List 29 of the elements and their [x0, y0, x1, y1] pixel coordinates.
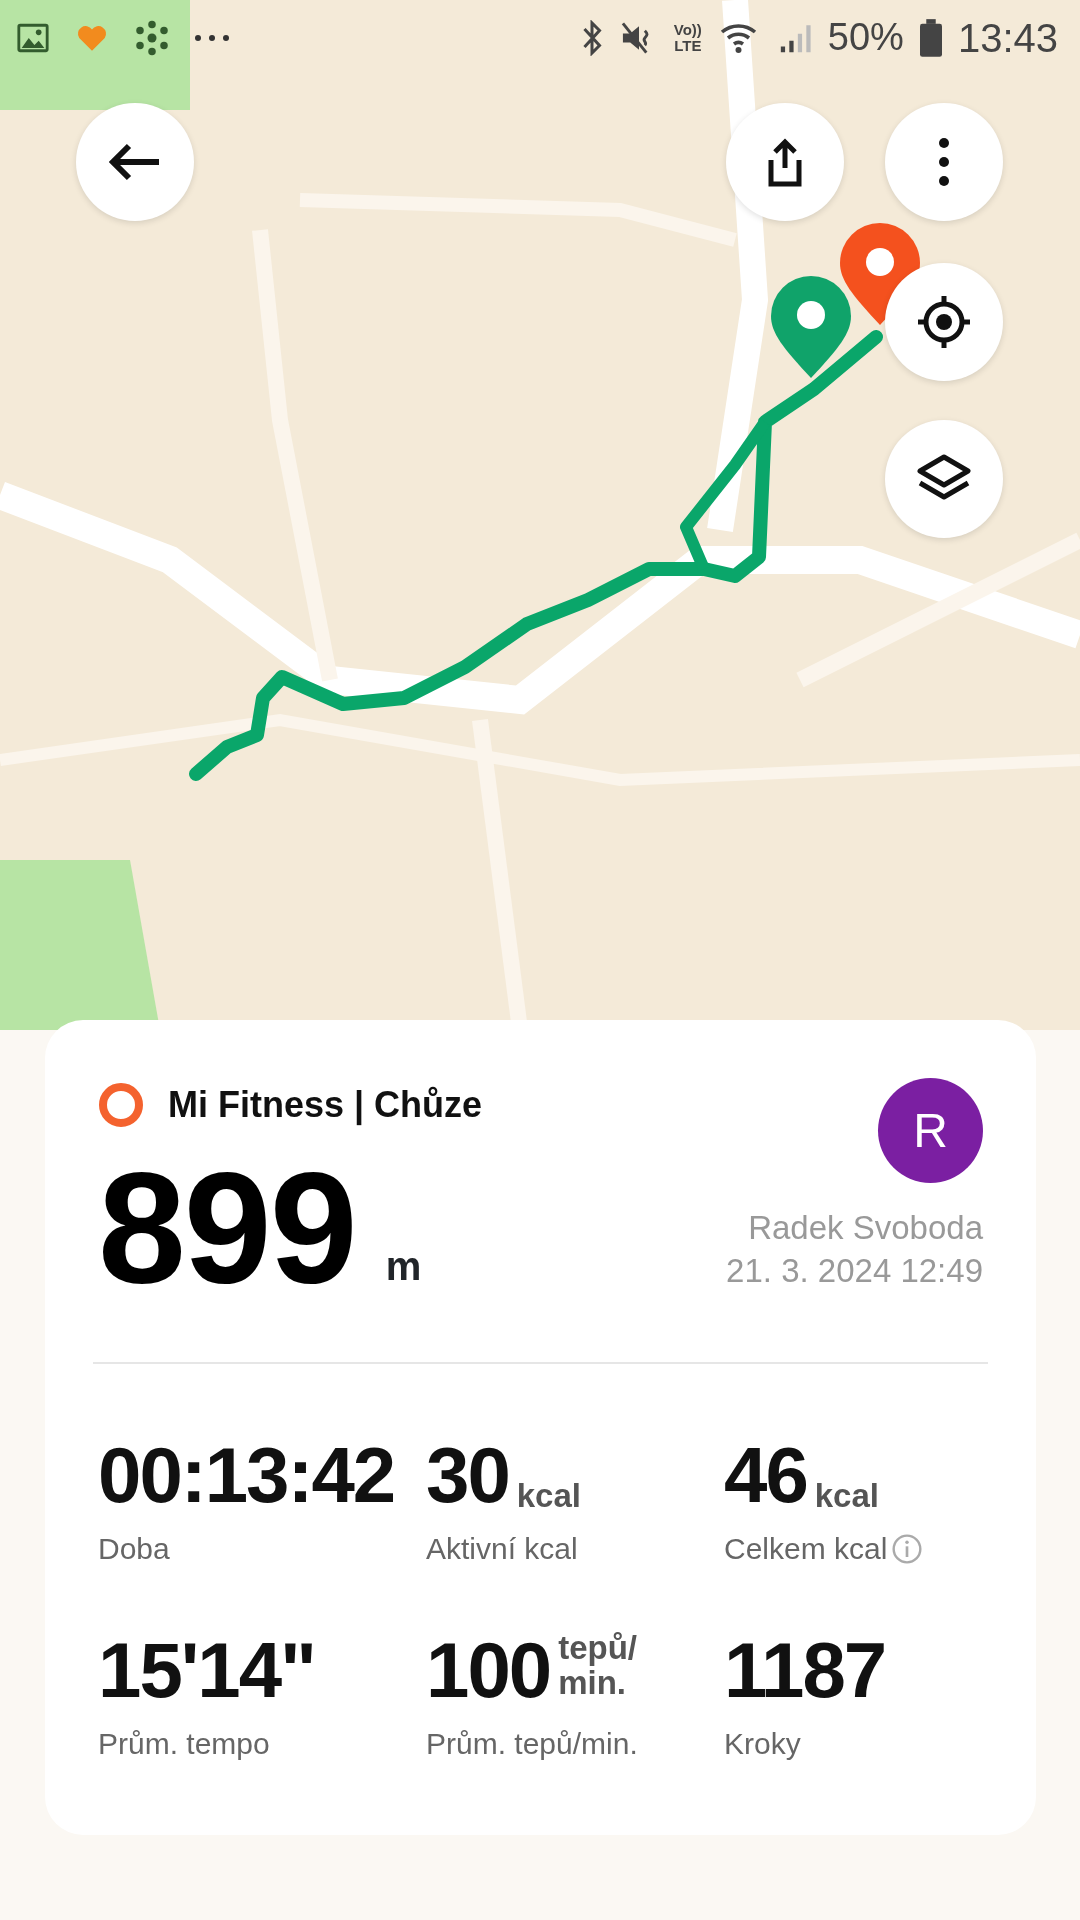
distance-value: 899: [98, 1148, 356, 1306]
stat-value: 15'14": [98, 1631, 316, 1709]
stat-unit: kcal: [516, 1479, 581, 1514]
stat-value: 46: [724, 1436, 807, 1514]
stat-value: 00:13:42: [98, 1436, 395, 1514]
stat-unit: kcal: [814, 1479, 879, 1514]
target-icon: [916, 294, 972, 350]
stat-label: Celkem kcal: [724, 1531, 888, 1567]
avatar[interactable]: R: [878, 1078, 983, 1183]
stat-label: Kroky: [724, 1726, 801, 1762]
network-label: Vo)) LTE: [673, 21, 702, 54]
stat-unit: tepů/ min.: [558, 1631, 638, 1701]
date-time: 21. 3. 2024 12:49: [726, 1250, 983, 1291]
more-vertical-icon: [938, 137, 950, 187]
more-icon: [194, 32, 230, 43]
battery-percent: 50%: [827, 15, 904, 60]
stat-value: 30: [426, 1436, 509, 1514]
clock: 13:43: [957, 14, 1058, 62]
stat-label: Prům. tempo: [98, 1726, 270, 1762]
stat-label: Aktivní kcal: [426, 1531, 578, 1567]
stat-value: 100: [426, 1631, 551, 1709]
activity-title: Mi Fitness | Chůze: [168, 1083, 483, 1128]
stat-value: 1187: [724, 1631, 886, 1709]
ring-icon: [98, 1082, 144, 1128]
network-icon: [134, 19, 170, 56]
stat-label: Prům. tepů/min.: [426, 1726, 638, 1762]
user-name: Radek Svoboda: [748, 1208, 983, 1248]
stat-label: Doba: [98, 1531, 170, 1567]
distance-unit: m: [385, 1243, 422, 1290]
